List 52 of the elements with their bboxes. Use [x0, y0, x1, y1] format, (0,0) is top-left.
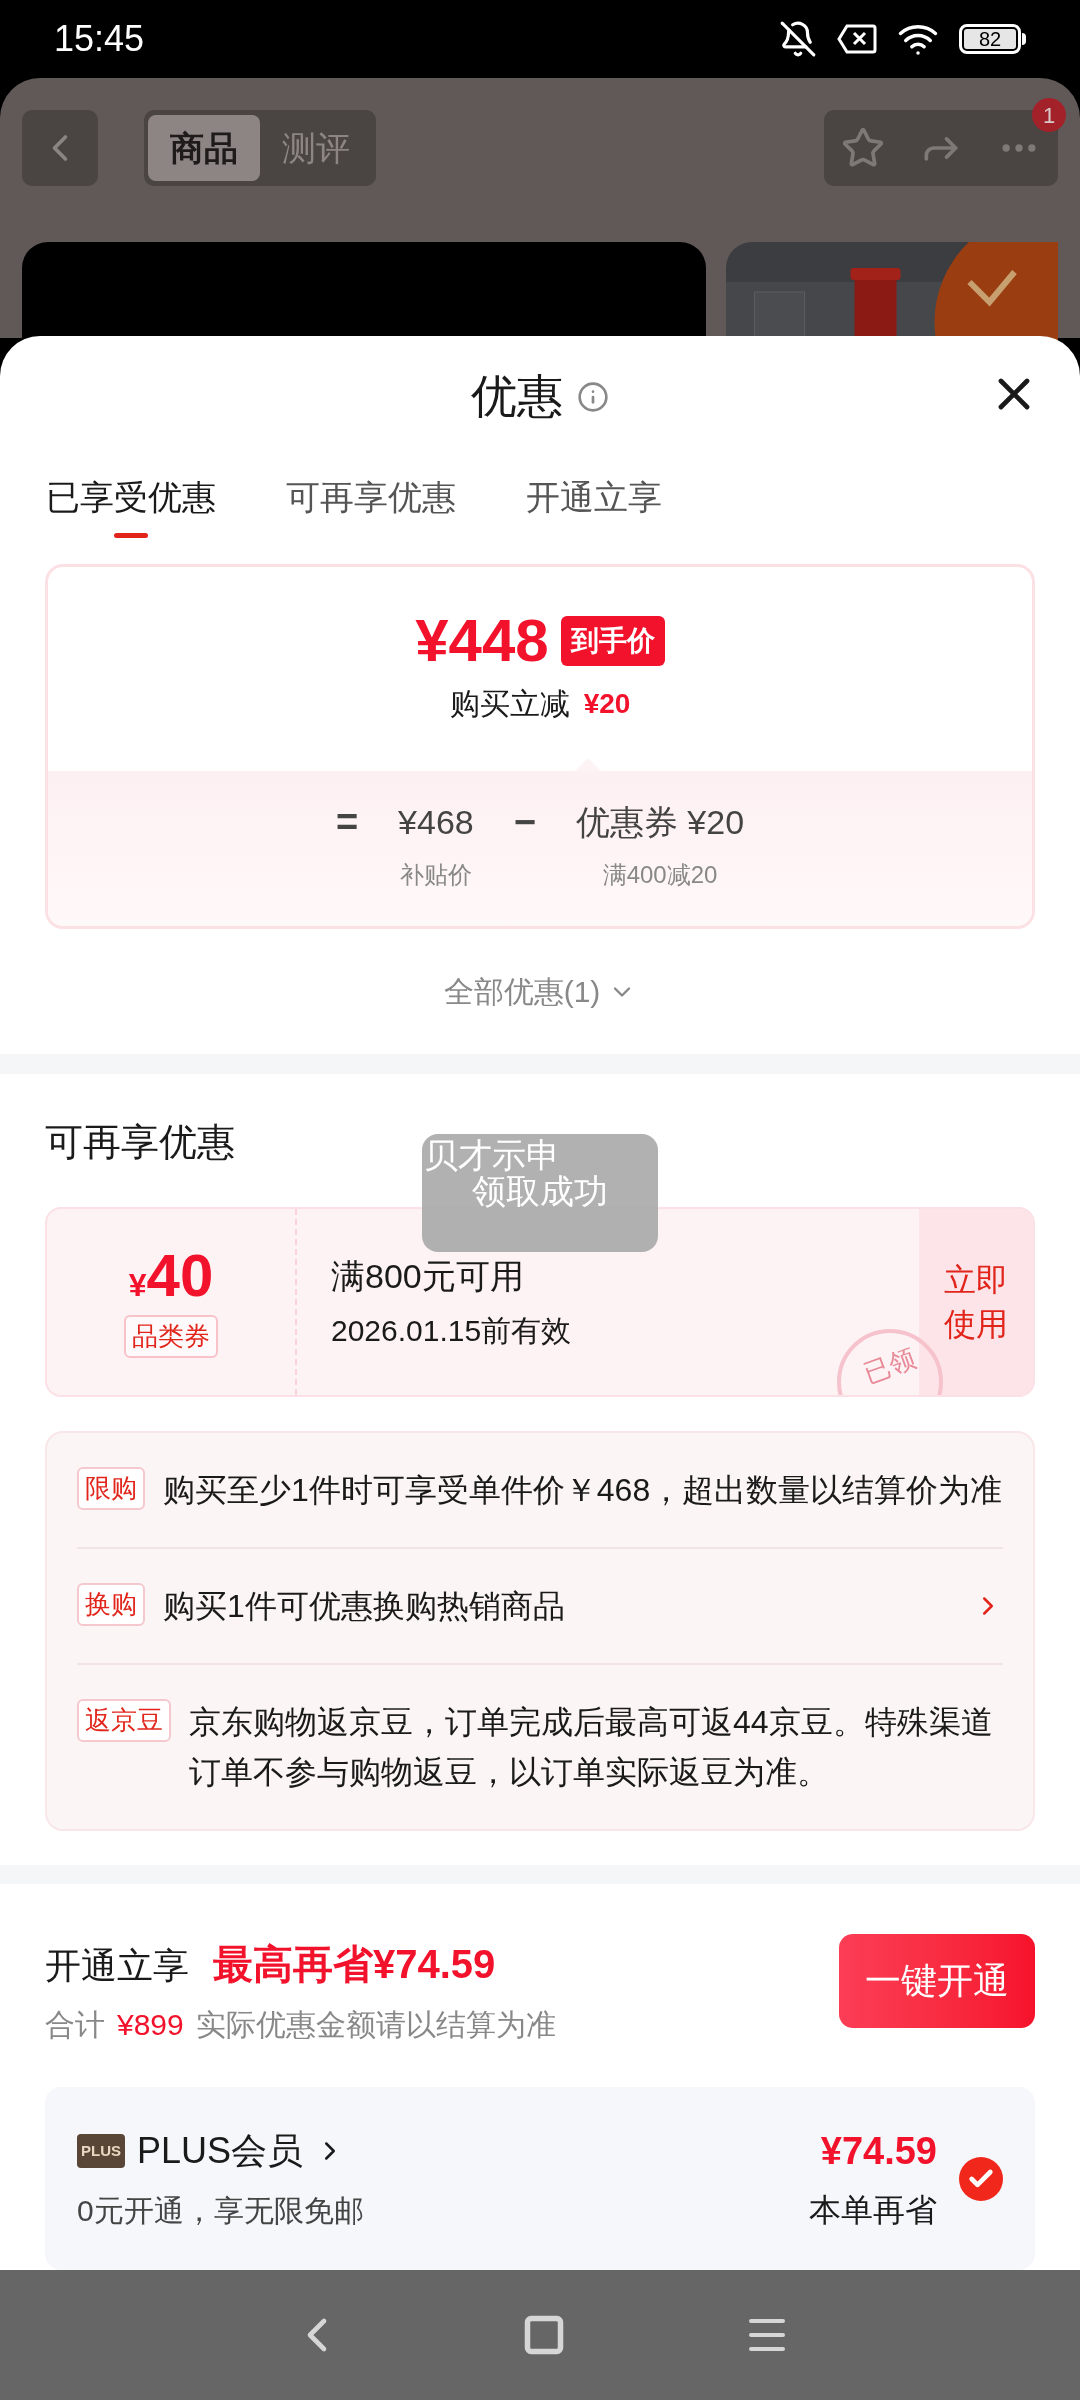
section-heading: 可再享优惠 [45, 1119, 235, 1165]
coupon-validity: 2026.01.15前有效 [331, 1312, 573, 1349]
battery-level: 82 [978, 29, 1002, 49]
rule-tag: 限购 [77, 1466, 145, 1510]
page-tab[interactable]: 商品 [148, 115, 260, 181]
coupon-condition: 满800元可用 [331, 1255, 525, 1297]
rule-text: 购买至少1件时可享受单件价￥468，超出数量以结算价为准 [163, 1470, 1003, 1510]
plus-subtitle: 0元开通，享无限免邮 [77, 2193, 365, 2230]
activate-button[interactable]: 一键开通 [839, 1934, 1035, 2029]
info-icon[interactable] [577, 380, 609, 413]
toast-text: 领取成功 [472, 1171, 608, 1210]
home-icon[interactable] [522, 2313, 566, 2357]
status-time: 15:45 [54, 17, 145, 61]
equation-caption: 补贴价 [399, 859, 472, 890]
coupon-currency: ¥ [128, 1266, 147, 1305]
equation-value: 优惠券 ¥20 [575, 801, 745, 843]
bell-off-icon [779, 20, 817, 58]
settlement-note: 实际优惠金额请以结算为准 [195, 2007, 556, 2044]
all-offers-link[interactable]: 全部优惠(1) [443, 969, 637, 1015]
offer-tab[interactable]: 开通立享 [526, 457, 662, 538]
page-tab[interactable]: 测评 [260, 115, 372, 181]
clear-icon [837, 24, 877, 54]
equation-operator: − [513, 799, 536, 845]
equation-operator: = [335, 799, 359, 845]
price-tag: 到手价 [560, 616, 665, 667]
offer-tab[interactable]: 可再享优惠 [286, 457, 456, 538]
rule-text: 购买1件可优惠换购热销商品 [163, 1586, 566, 1626]
plus-checkbox[interactable] [959, 2156, 1003, 2201]
rule-text: 京东购物返京豆，订单完成后最高可返44京豆。特殊渠道订单不参与购物返豆，以订单实际返豆为准。 [189, 1702, 994, 1792]
plus-name[interactable]: PLUS会员 [137, 2124, 304, 2179]
section-heading: 开通立享 [45, 1944, 189, 1989]
use-now-button[interactable]: 立即使用 [919, 1208, 1033, 1395]
discount-label: 购买立减 [449, 686, 570, 723]
equation-value: ¥468 [398, 801, 474, 843]
discount-amount: ¥20 [583, 686, 631, 721]
rule-tag: 返京豆 [77, 1698, 171, 1742]
notification-badge: 1 [1032, 98, 1066, 132]
offer-tab[interactable]: 已享受优惠 [46, 457, 216, 538]
toast-text: 贝才示申 [424, 1137, 560, 1172]
plus-saving: ¥74.59 [820, 2129, 937, 2175]
sheet-title: 优惠 [471, 369, 563, 425]
max-saving: 最高再省¥74.59 [213, 1941, 496, 1989]
total-label: 合计 [45, 2007, 105, 2044]
coupon-type-tag: 品类券 [124, 1314, 218, 1358]
total-amount: ¥899 [117, 2007, 184, 2044]
final-price: ¥448 [415, 611, 549, 672]
equation-caption: 满400减20 [602, 859, 718, 890]
rule-tag: 换购 [77, 1582, 145, 1626]
stamp-text: 已领 [859, 1341, 921, 1391]
plus-logo: PLUS [77, 2133, 125, 2169]
plus-saving-label: 本单再省 [809, 2191, 937, 2231]
coupon-amount: 40 [146, 1245, 214, 1306]
